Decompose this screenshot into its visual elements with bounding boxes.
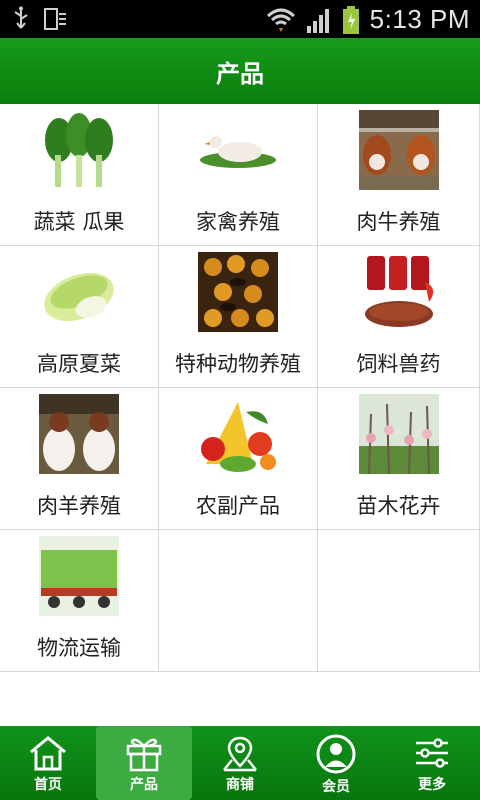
cattle-image bbox=[358, 110, 439, 190]
product-item[interactable]: 农副产品 bbox=[159, 388, 318, 529]
product-item[interactable]: 苗木花卉 bbox=[318, 388, 480, 529]
reading-icon bbox=[44, 8, 66, 30]
product-item[interactable]: 物流运输 bbox=[0, 530, 159, 671]
product-grid: 蔬菜 瓜果 家禽养殖 肉牛养殖 高原夏菜 特种动物养殖 饲料兽药 肉羊养殖 农副… bbox=[0, 104, 480, 672]
produce-image bbox=[198, 394, 278, 474]
product-label: 肉牛养殖 bbox=[356, 210, 441, 234]
product-label: 肉羊养殖 bbox=[37, 494, 121, 518]
grid-row: 高原夏菜 特种动物养殖 饲料兽药 bbox=[0, 246, 480, 388]
nav-item-shops[interactable]: 商铺 bbox=[192, 726, 288, 800]
usb-icon bbox=[14, 6, 28, 29]
nav-label: 会员 bbox=[322, 779, 350, 795]
settings-icon bbox=[416, 738, 448, 768]
vegetable-image bbox=[39, 110, 119, 190]
member-icon bbox=[316, 734, 356, 774]
empty-cell bbox=[318, 530, 480, 671]
wifi-icon bbox=[266, 8, 295, 32]
nav-item-home[interactable]: 首页 bbox=[0, 726, 96, 800]
bees-image bbox=[198, 252, 278, 332]
product-label: 高原夏菜 bbox=[37, 352, 121, 376]
empty-cell bbox=[159, 530, 318, 671]
nav-item-more[interactable]: 更多 bbox=[384, 726, 480, 800]
product-item[interactable]: 肉牛养殖 bbox=[318, 104, 480, 245]
nav-label: 更多 bbox=[418, 777, 446, 793]
product-label: 蔬菜 瓜果 bbox=[33, 210, 125, 234]
battery-icon bbox=[342, 5, 359, 34]
map-icon bbox=[223, 736, 257, 772]
grid-row: 肉羊养殖 农副产品 苗木花卉 bbox=[0, 388, 480, 530]
truck-image bbox=[39, 536, 119, 616]
page-title: 产品 bbox=[216, 59, 264, 88]
product-label: 特种动物养殖 bbox=[175, 352, 301, 376]
feed-image bbox=[358, 252, 439, 332]
product-label: 苗木花卉 bbox=[356, 494, 441, 518]
product-label: 物流运输 bbox=[37, 636, 121, 660]
product-item[interactable]: 家禽养殖 bbox=[159, 104, 318, 245]
nav-label: 首页 bbox=[34, 777, 62, 793]
poultry-image bbox=[198, 110, 278, 190]
nav-item-member[interactable]: 会员 bbox=[288, 726, 384, 800]
home-icon bbox=[30, 736, 66, 771]
grid-row: 物流运输 bbox=[0, 530, 480, 672]
product-item[interactable]: 蔬菜 瓜果 bbox=[0, 104, 159, 245]
nav-label: 商铺 bbox=[226, 777, 254, 793]
gift-icon bbox=[126, 738, 162, 772]
product-item[interactable]: 饲料兽药 bbox=[318, 246, 480, 387]
product-label: 农副产品 bbox=[196, 494, 280, 518]
product-item[interactable]: 肉羊养殖 bbox=[0, 388, 159, 529]
product-label: 家禽养殖 bbox=[196, 210, 280, 234]
nav-item-products[interactable]: 产品 bbox=[96, 726, 192, 800]
flowers-image bbox=[358, 394, 439, 474]
product-item[interactable]: 高原夏菜 bbox=[0, 246, 159, 387]
signal-icon bbox=[306, 8, 329, 33]
clock: 5:13 PM bbox=[369, 4, 470, 34]
product-item[interactable]: 特种动物养殖 bbox=[159, 246, 318, 387]
title-bar: 产品 bbox=[0, 38, 480, 104]
nav-label: 产品 bbox=[130, 777, 158, 793]
bottom-nav: 首页 产品 商铺 会员 更多 bbox=[0, 726, 480, 800]
status-bar: 5:13 PM bbox=[0, 0, 480, 38]
product-label: 饲料兽药 bbox=[356, 352, 441, 376]
goats-image bbox=[39, 394, 119, 474]
cabbage-image bbox=[39, 252, 119, 332]
grid-row: 蔬菜 瓜果 家禽养殖 肉牛养殖 bbox=[0, 104, 480, 246]
